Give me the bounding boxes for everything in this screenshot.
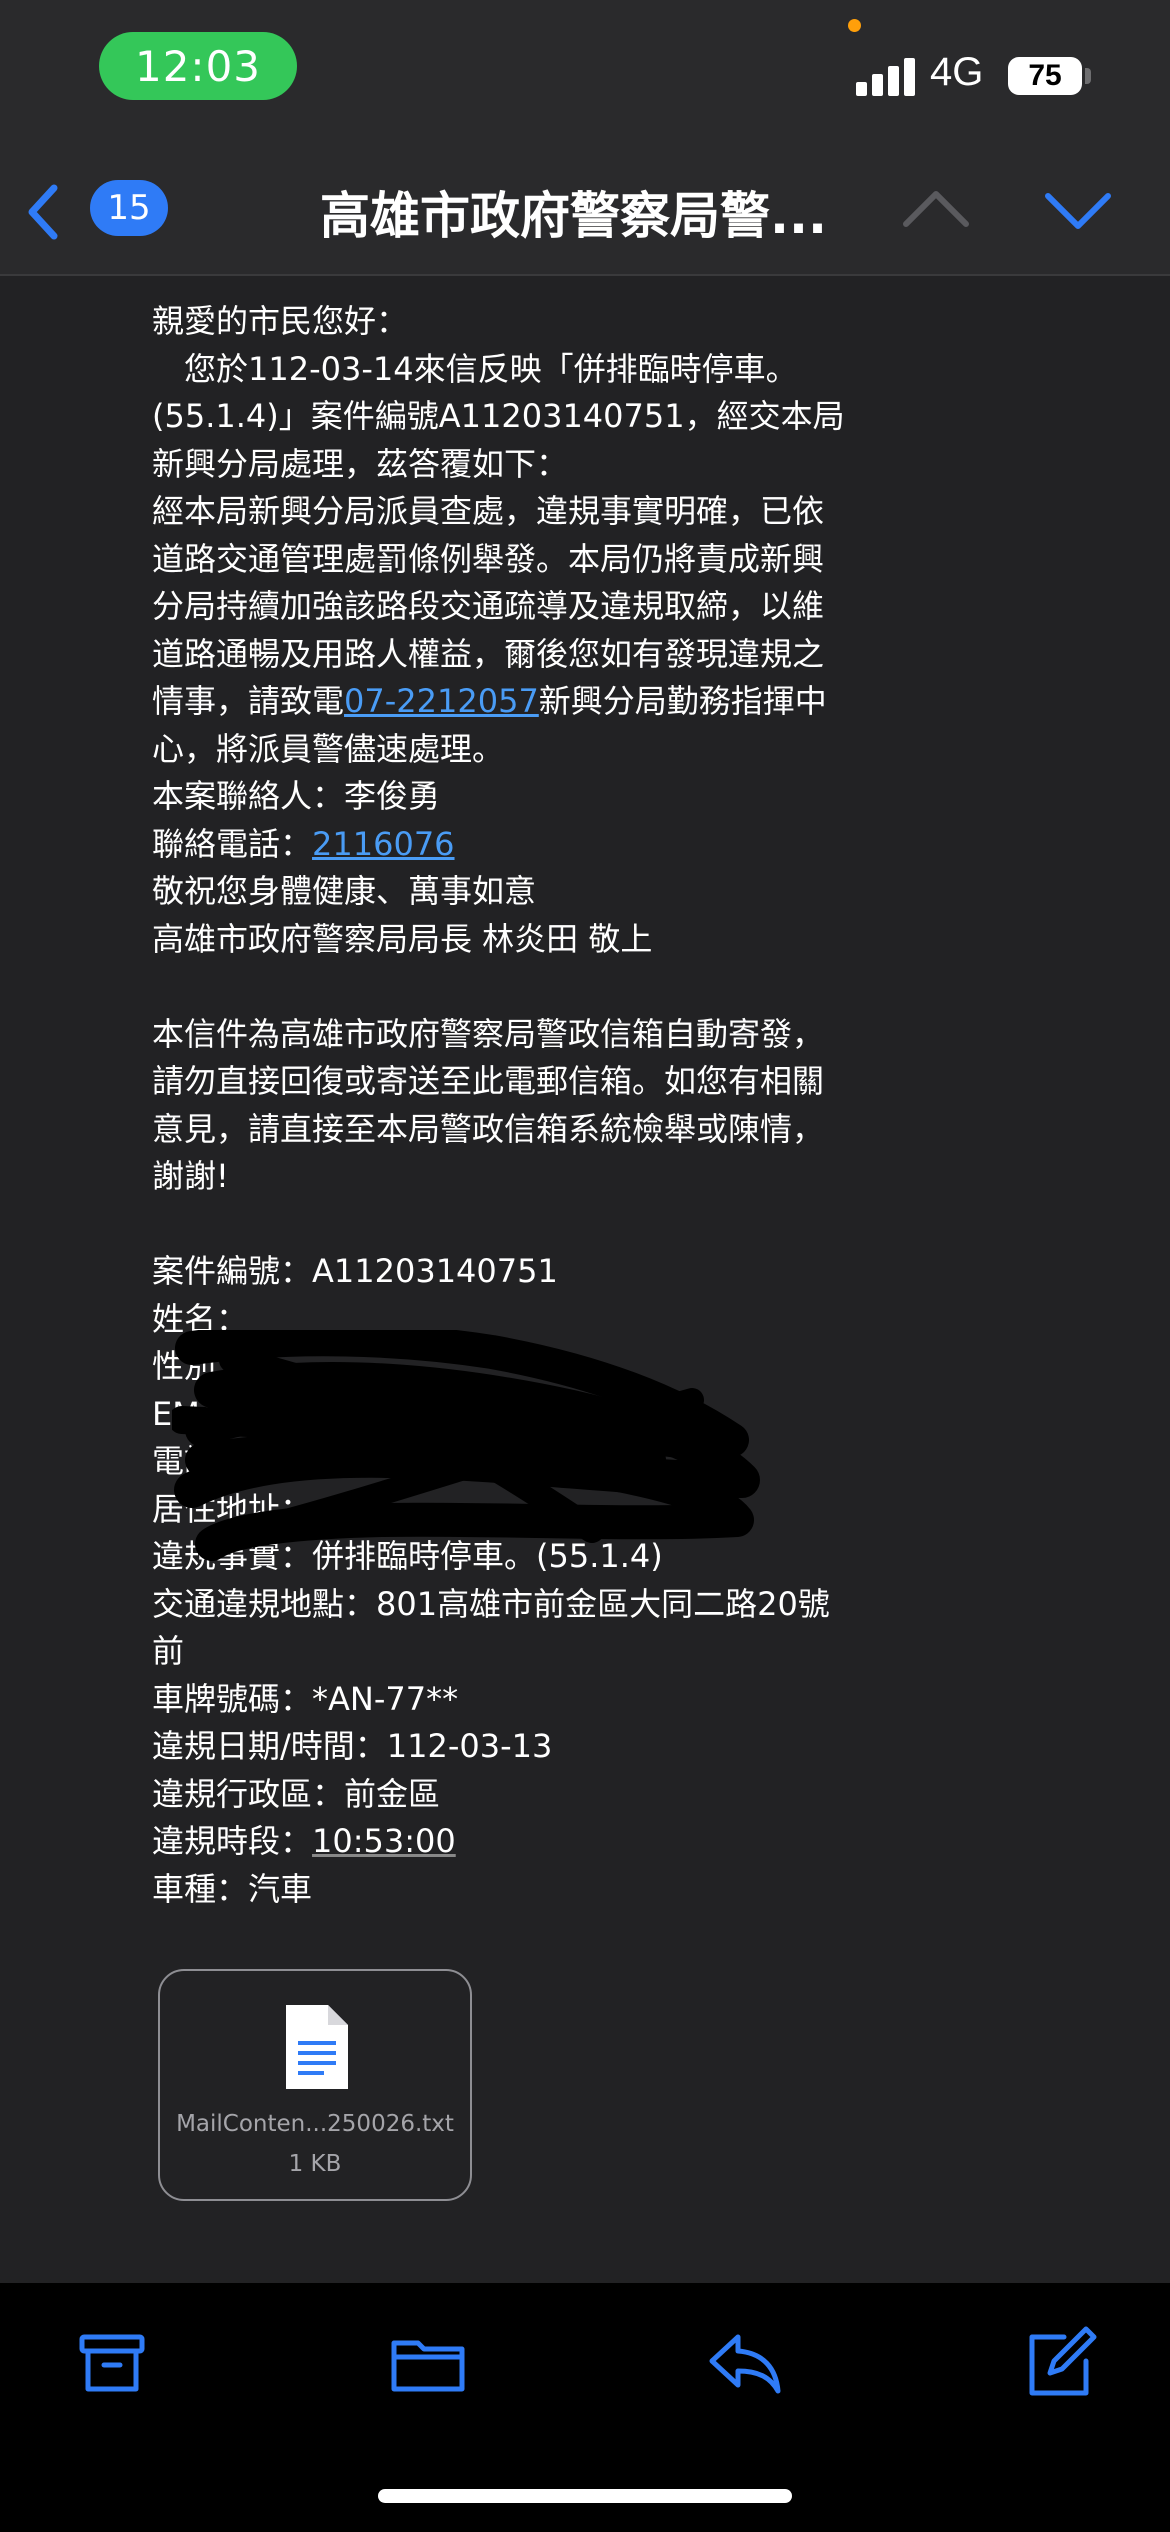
detail-vehicle-type: 車種：汽車	[152, 1869, 313, 1908]
home-indicator[interactable]	[378, 2489, 792, 2503]
message-body: 親愛的市民您好： 您於112-03-14來信反映「併排臨時停車。(55.1.4)…	[152, 298, 852, 1913]
chevron-left-icon	[28, 184, 58, 240]
chevron-down-icon	[1045, 193, 1111, 229]
message-count-badge: 15	[90, 180, 168, 236]
signature-text: 高雄市政府警察局局長 林炎田 敬上	[152, 919, 653, 958]
detail-time-label: 違規時段：	[152, 1822, 313, 1860]
closing-text: 敬祝您身體健康、萬事如意	[152, 872, 537, 910]
reply-icon	[709, 2334, 781, 2394]
nav-bar: 15 高雄市政府警察局警...	[0, 140, 1170, 276]
compose-icon	[1029, 2326, 1097, 2396]
contact-phone-link[interactable]: 2116076	[312, 825, 455, 863]
folder-icon	[391, 2340, 465, 2392]
reply-paragraph-2: 經本局新興分局派員查處，違規事實明確，已依道路交通管理處罰條例舉發。本局仍將責成…	[152, 488, 852, 773]
contact-phone-label: 聯絡電話：	[152, 824, 313, 863]
reply-button[interactable]	[704, 2323, 784, 2403]
network-type: 4G	[930, 50, 984, 94]
detail-plate: 車牌號碼：*AN-77**	[152, 1679, 459, 1718]
signal-strength-icon	[856, 56, 916, 96]
battery-icon: 75	[1008, 57, 1082, 95]
detail-date: 違規日期/時間：112-03-13	[152, 1727, 553, 1765]
archive-icon	[79, 2334, 145, 2392]
next-message-button[interactable]	[1042, 180, 1114, 240]
detail-time: 違規時段：10:53:00	[152, 1818, 852, 1866]
attachment-card[interactable]: MailConten...250026.txt 1 KB	[158, 1969, 472, 2201]
greeting-text: 親愛的市民您好：	[152, 302, 409, 340]
chevron-up-icon	[903, 191, 969, 227]
attachment-size: 1 KB	[288, 2151, 342, 2177]
auto-notice-text: 本信件為高雄市政府警察局警政信箱自動寄發，請勿直接回復或寄送至此電郵信箱。如您有…	[152, 1014, 825, 1196]
compose-button[interactable]	[1020, 2323, 1100, 2403]
redaction-scribble	[172, 1330, 760, 1561]
attachment-filename: MailConten...250026.txt	[176, 2111, 454, 2137]
contact-person: 本案聯絡人：李俊勇	[152, 777, 441, 815]
contact-phone-line: 聯絡電話：2116076	[152, 821, 852, 869]
detail-case-number: 案件編號：A11203140751	[152, 1252, 558, 1290]
previous-message-button[interactable]	[900, 180, 972, 240]
privacy-indicator-dot	[848, 19, 861, 32]
status-bar: 12:03 4G 75	[0, 0, 1170, 140]
move-to-folder-button[interactable]	[388, 2323, 468, 2403]
detail-district: 違規行政區：前金區	[152, 1774, 441, 1813]
battery-tip	[1085, 68, 1091, 84]
document-icon	[286, 2005, 348, 2089]
back-button[interactable]: 15	[18, 174, 178, 244]
detail-location: 交通違規地點：801高雄市前金區大同二路20號前	[152, 1584, 830, 1671]
phone-link[interactable]: 07-2212057	[344, 682, 539, 720]
reply-paragraph-1: 您於112-03-14來信反映「併排臨時停車。(55.1.4)」案件編號A112…	[152, 349, 845, 483]
detail-time-value[interactable]: 10:53:00	[312, 1822, 456, 1860]
email-subject-title: 高雄市政府警察局警...	[320, 187, 827, 245]
archive-button[interactable]	[72, 2323, 152, 2403]
status-time[interactable]: 12:03	[99, 32, 297, 100]
